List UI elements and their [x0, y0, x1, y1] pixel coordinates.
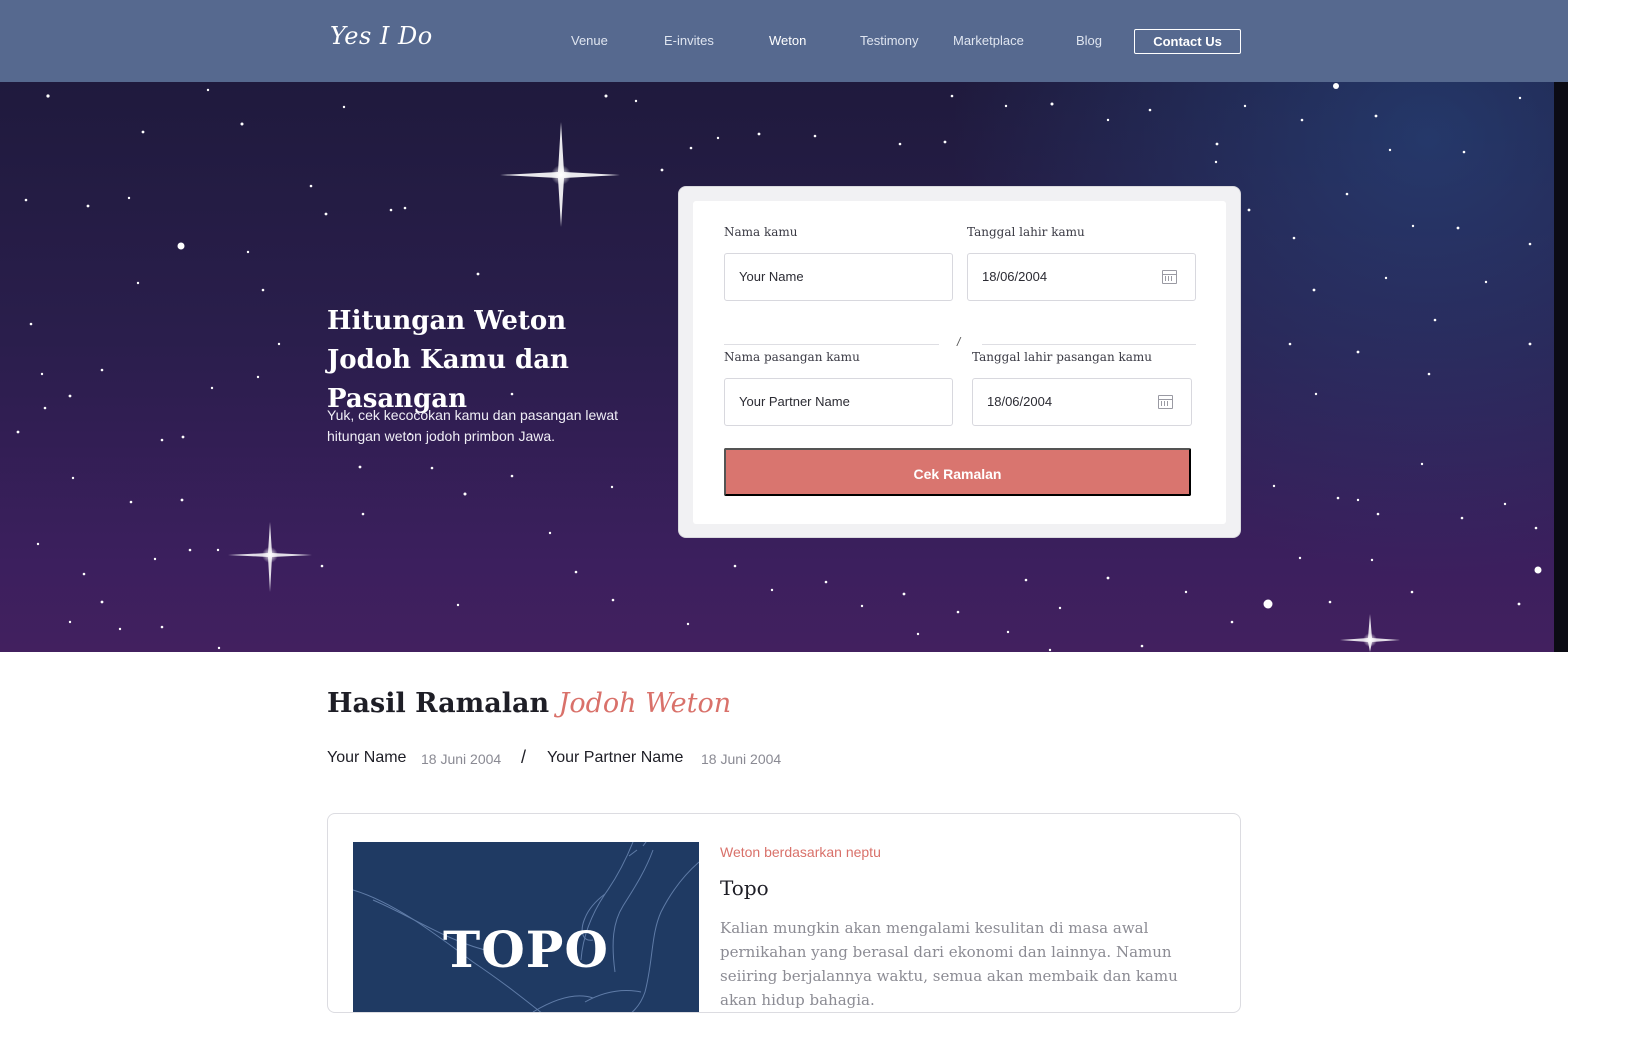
nav-item-blog[interactable]: Blog: [1076, 33, 1102, 48]
dob-input[interactable]: 18/06/2004: [967, 253, 1196, 301]
result-name-date: 18 Juni 2004: [421, 751, 502, 767]
nav-item-marketplace[interactable]: Marketplace: [953, 33, 1024, 48]
divider-right: [982, 344, 1196, 345]
partner-dob-value: 18/06/2004: [987, 394, 1053, 409]
nav-item-testimony[interactable]: Testimony: [860, 33, 919, 48]
weton-description: Kalian mungkin akan mengalami kesulitan …: [720, 919, 1178, 1009]
nav-item-e-invites[interactable]: E-invites: [664, 33, 714, 48]
weton-image-title: TOPO: [443, 920, 609, 979]
sparkle-star-2: [228, 522, 312, 592]
cek-ramalan-button[interactable]: Cek Ramalan: [724, 448, 1191, 496]
weton-kicker: Weton berdasarkan neptu: [720, 844, 881, 860]
name-label: Nama kamu: [724, 225, 798, 239]
hero-right-edge: [1554, 82, 1568, 652]
result-separator: /: [521, 747, 527, 767]
hero-subtitle: Yuk, cek kecocokan kamu dan pasangan lew…: [327, 407, 619, 444]
sparkle-star-3: [1340, 614, 1400, 652]
sparkle-star-1: [500, 122, 620, 227]
hero-section: Hitungan Weton Jodoh Kamu dan Pasangan Y…: [0, 82, 1568, 652]
partner-dob-label: Tanggal lahir pasangan kamu: [972, 350, 1153, 364]
divider-left: [724, 344, 939, 345]
partner-name-input[interactable]: Your Partner Name: [724, 378, 953, 426]
result-title-main: Hasil Ramalan: [327, 688, 550, 719]
nav-item-venue[interactable]: Venue: [571, 33, 608, 48]
dob-label: Tanggal lahir kamu: [967, 225, 1085, 239]
top-nav: Yes I Do Venue E-invites Weton Testimony…: [0, 0, 1568, 82]
calendar-icon[interactable]: [1158, 395, 1173, 409]
weton-form-card: Nama kamu Your Name Tanggal lahir kamu 1…: [678, 186, 1241, 538]
hero-title: Hitungan Weton Jodoh Kamu dan Pasangan: [327, 306, 569, 414]
logo[interactable]: Yes I Do: [330, 22, 433, 50]
dob-value: 18/06/2004: [982, 269, 1048, 284]
result-title: Hasil Ramalan Jodoh Weton: [327, 688, 731, 719]
weton-form: Nama kamu Your Name Tanggal lahir kamu 1…: [693, 201, 1226, 524]
contact-us-button[interactable]: Contact Us: [1134, 29, 1241, 54]
partner-name-label: Nama pasangan kamu: [724, 350, 860, 364]
result-partner-date: 18 Juni 2004: [701, 751, 782, 767]
weton-illustration: TOPO: [353, 842, 699, 1012]
name-input[interactable]: Your Name: [724, 253, 953, 301]
weton-result-card: TOPO Weton berdasarkan neptu Topo Kalian…: [327, 813, 1241, 1013]
result-title-accent: Jodoh Weton: [558, 688, 732, 719]
result-partner-name: Your Partner Name: [547, 749, 684, 766]
calendar-icon[interactable]: [1162, 270, 1177, 284]
nav-item-weton[interactable]: Weton: [769, 33, 806, 48]
divider-slash: /: [957, 335, 961, 349]
result-name: Your Name: [327, 749, 407, 766]
weton-name: Topo: [720, 876, 769, 900]
partner-dob-input[interactable]: 18/06/2004: [972, 378, 1192, 426]
